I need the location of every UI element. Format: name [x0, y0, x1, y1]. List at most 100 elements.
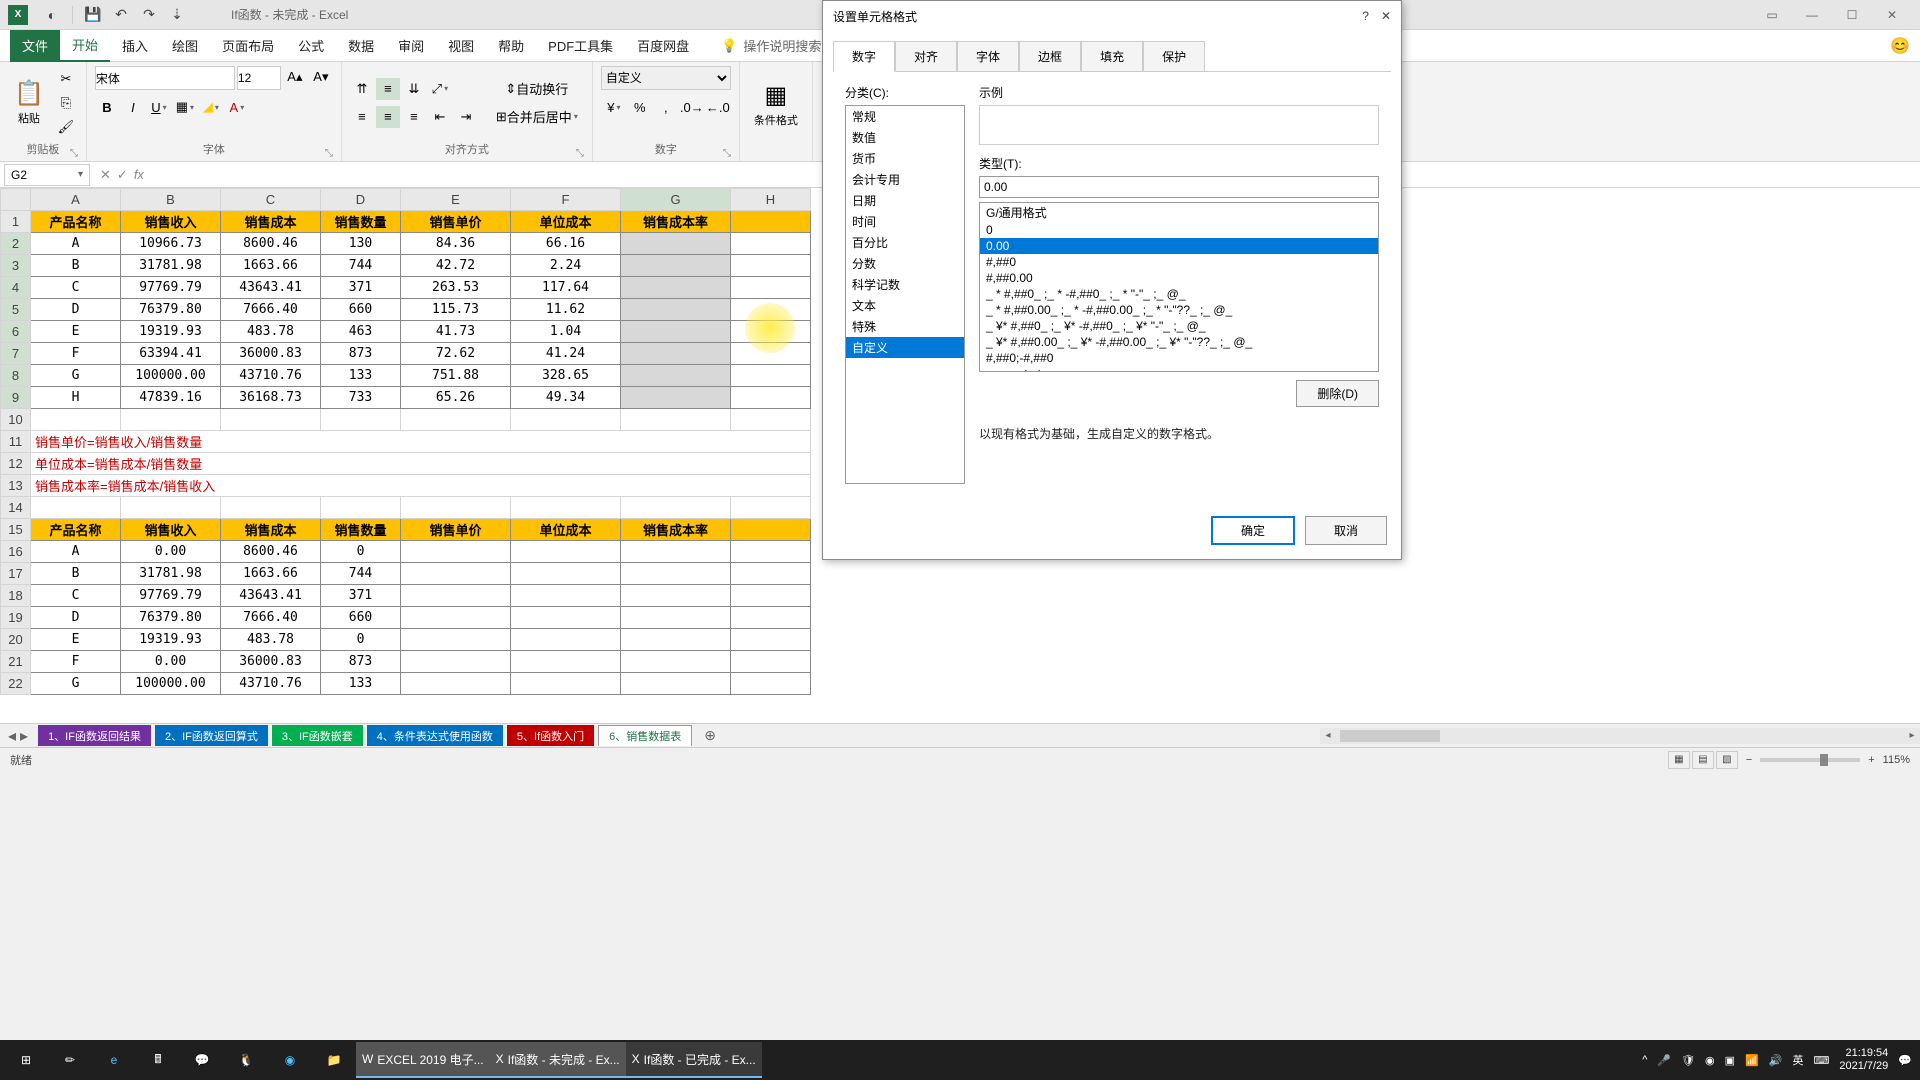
cell-A7[interactable]: F: [31, 343, 121, 365]
dialog-tab-保护[interactable]: 保护: [1143, 41, 1205, 72]
row-header-4[interactable]: 4: [1, 277, 31, 299]
cell-A16[interactable]: A: [31, 541, 121, 563]
merge-center-button[interactable]: ⊞ 合并后居中▾: [490, 106, 584, 128]
cell-H19[interactable]: [731, 607, 811, 629]
cell-F9[interactable]: 49.34: [511, 387, 621, 409]
name-box[interactable]: G2 ▾: [4, 164, 90, 186]
cell-A4[interactable]: C: [31, 277, 121, 299]
cell-H20[interactable]: [731, 629, 811, 651]
cell-D3[interactable]: 744: [321, 255, 401, 277]
cell-G21[interactable]: [621, 651, 731, 673]
cell-D8[interactable]: 133: [321, 365, 401, 387]
row-header-11[interactable]: 11: [1, 431, 31, 453]
sheet-nav-first-icon[interactable]: ◂: [8, 726, 16, 746]
paste-button[interactable]: 📋 粘贴: [8, 75, 50, 130]
row-header-7[interactable]: 7: [1, 343, 31, 365]
tab-data[interactable]: 数据: [336, 30, 386, 62]
cell-D6[interactable]: 463: [321, 321, 401, 343]
cell-E22[interactable]: [401, 673, 511, 695]
minimize-button[interactable]: —: [1792, 0, 1832, 30]
cell-H6[interactable]: [731, 321, 811, 343]
add-sheet-button[interactable]: ⊕: [704, 727, 716, 744]
dialog-title-bar[interactable]: 设置单元格格式 ? ✕: [823, 1, 1401, 31]
row-header-20[interactable]: 20: [1, 629, 31, 651]
cell-A5[interactable]: D: [31, 299, 121, 321]
tray-volume-icon[interactable]: 🔊: [1769, 1054, 1783, 1067]
cell-D22[interactable]: 133: [321, 673, 401, 695]
cell-C20[interactable]: 483.78: [221, 629, 321, 651]
cell-F21[interactable]: [511, 651, 621, 673]
cell-H8[interactable]: [731, 365, 811, 387]
sheet-tab-3[interactable]: 3、IF函数嵌套: [272, 725, 363, 746]
sheet-nav-last-icon[interactable]: ▸: [20, 726, 28, 746]
comma-button[interactable]: ,: [654, 96, 678, 118]
cancel-formula-icon[interactable]: ✕: [100, 167, 111, 183]
row-header-13[interactable]: 13: [1, 475, 31, 497]
align-middle-button[interactable]: ≡: [376, 78, 400, 100]
column-header-F[interactable]: F: [511, 189, 621, 211]
cell-B6[interactable]: 19319.93: [121, 321, 221, 343]
cell-B19[interactable]: 76379.80: [121, 607, 221, 629]
cell-C4[interactable]: 43643.41: [221, 277, 321, 299]
tray-chevron-icon[interactable]: ^: [1642, 1054, 1647, 1066]
tray-sync-icon[interactable]: ◉: [1705, 1054, 1715, 1067]
cancel-button[interactable]: 取消: [1305, 516, 1387, 545]
cell-C18[interactable]: 43643.41: [221, 585, 321, 607]
category-item-11[interactable]: 自定义: [846, 337, 964, 358]
cell-C21[interactable]: 36000.83: [221, 651, 321, 673]
cell-F14[interactable]: [511, 497, 621, 519]
cell-F18[interactable]: [511, 585, 621, 607]
tab-help[interactable]: 帮助: [486, 30, 536, 62]
category-item-3[interactable]: 会计专用: [846, 169, 964, 190]
cell-H5[interactable]: [731, 299, 811, 321]
row-header-22[interactable]: 22: [1, 673, 31, 695]
tray-app-icon[interactable]: ▣: [1725, 1054, 1735, 1067]
decrease-decimal-button[interactable]: ←.0: [706, 96, 730, 118]
sheet-tab-6[interactable]: 6、销售数据表: [598, 725, 692, 746]
decrease-indent-button[interactable]: ⇤: [428, 106, 452, 128]
percent-button[interactable]: %: [628, 96, 652, 118]
tray-shield-icon[interactable]: 🛡: [1681, 1054, 1695, 1067]
cell-C8[interactable]: 43710.76: [221, 365, 321, 387]
cell-D1[interactable]: 销售数量: [321, 211, 401, 233]
cell-B20[interactable]: 19319.93: [121, 629, 221, 651]
redo-button[interactable]: ↷: [137, 3, 161, 27]
font-size-select[interactable]: [237, 66, 281, 90]
cell-C1[interactable]: 销售成本: [221, 211, 321, 233]
cell-F5[interactable]: 11.62: [511, 299, 621, 321]
cell-D20[interactable]: 0: [321, 629, 401, 651]
taskbar-app-calc[interactable]: 🖩: [136, 1042, 180, 1078]
category-item-5[interactable]: 时间: [846, 211, 964, 232]
format-painter-button[interactable]: 🖌: [54, 116, 78, 138]
format-code-listbox[interactable]: G/通用格式00.00#,##0#,##0.00_ * #,##0_ ;_ * …: [979, 202, 1379, 372]
cell-B5[interactable]: 76379.80: [121, 299, 221, 321]
taskbar-clock[interactable]: 21:19:54 2021/7/29: [1839, 1047, 1888, 1073]
row-header-18[interactable]: 18: [1, 585, 31, 607]
select-all-corner[interactable]: [1, 189, 31, 211]
cell-C6[interactable]: 483.78: [221, 321, 321, 343]
taskbar-app-word[interactable]: W EXCEL 2019 电子...: [356, 1042, 490, 1078]
format-item-9[interactable]: #,##0;-#,##0: [980, 350, 1378, 366]
increase-indent-button[interactable]: ⇥: [454, 106, 478, 128]
format-item-6[interactable]: _ * #,##0.00_ ;_ * -#,##0.00_ ;_ * "-"??…: [980, 302, 1378, 318]
column-header-G[interactable]: G: [621, 189, 731, 211]
tab-formulas[interactable]: 公式: [286, 30, 336, 62]
align-top-button[interactable]: ⇈: [350, 78, 374, 100]
row-header-8[interactable]: 8: [1, 365, 31, 387]
sheet-tab-2[interactable]: 2、IF函数返回算式: [155, 725, 268, 746]
cell-C15[interactable]: 销售成本: [221, 519, 321, 541]
cell-A19[interactable]: D: [31, 607, 121, 629]
orientation-button[interactable]: ⤢▾: [428, 78, 452, 100]
cell-C19[interactable]: 7666.40: [221, 607, 321, 629]
cell-F1[interactable]: 单位成本: [511, 211, 621, 233]
cell-G8[interactable]: [621, 365, 731, 387]
cell-B10[interactable]: [121, 409, 221, 431]
cell-A17[interactable]: B: [31, 563, 121, 585]
tab-page-layout[interactable]: 页面布局: [210, 30, 286, 62]
cell-C9[interactable]: 36168.73: [221, 387, 321, 409]
column-header-A[interactable]: A: [31, 189, 121, 211]
cell-B16[interactable]: 0.00: [121, 541, 221, 563]
dialog-tab-数字[interactable]: 数字: [833, 41, 895, 72]
format-item-2[interactable]: 0.00: [980, 238, 1378, 254]
cell-A13[interactable]: 销售成本率=销售成本/销售收入: [31, 475, 811, 497]
